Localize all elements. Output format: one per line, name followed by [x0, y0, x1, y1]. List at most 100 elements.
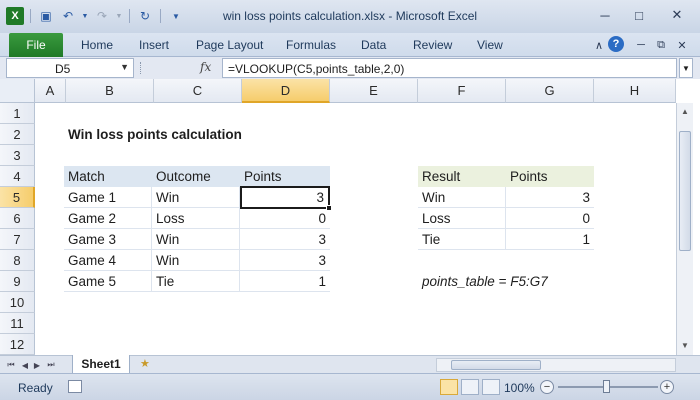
minimize-ribbon-icon[interactable]: ∧	[590, 36, 608, 54]
title-bar: X ▣ ↶ ▼ ↷ ▼ ↻ ▼ win loss points calculat…	[0, 0, 700, 33]
games-cell-outcome[interactable]: Win	[152, 250, 240, 271]
tab-insert[interactable]: Insert	[139, 38, 169, 52]
tab-formulas[interactable]: Formulas	[286, 38, 336, 52]
last-sheet-icon[interactable]: ⏭	[46, 359, 56, 371]
row-header-1[interactable]: 1	[0, 103, 35, 124]
games-cell-points[interactable]: 3	[240, 229, 330, 250]
sheet-tab-sheet1[interactable]: Sheet1	[72, 355, 130, 374]
points-header-result[interactable]: Result	[418, 166, 506, 187]
games-cell-outcome[interactable]: Loss	[152, 208, 240, 229]
games-cell-match[interactable]: Game 5	[64, 271, 152, 292]
chevron-down-icon[interactable]: ▼	[120, 62, 129, 72]
formula-input[interactable]: =VLOOKUP(C5,points_table,2,0)	[222, 58, 677, 78]
tab-view[interactable]: View	[477, 38, 503, 52]
vertical-scroll-thumb[interactable]	[679, 131, 691, 251]
spreadsheet-grid[interactable]: A B C D E F G H 1 2 3 4 5 6 7 8 9 10 11 …	[0, 79, 700, 355]
games-cell-outcome[interactable]: Win	[152, 229, 240, 250]
points-header-points[interactable]: Points	[506, 166, 594, 187]
named-range-note[interactable]: points_table = F5:G7	[418, 271, 552, 292]
formula-text: =VLOOKUP(C5,points_table,2,0)	[228, 62, 405, 76]
formula-bar-divider	[140, 62, 142, 74]
tab-data[interactable]: Data	[361, 38, 386, 52]
next-sheet-icon[interactable]: ▶	[32, 359, 42, 371]
column-header-g[interactable]: G	[506, 79, 594, 103]
vertical-scrollbar[interactable]: ▲ ▼	[676, 103, 693, 355]
games-header-match[interactable]: Match	[64, 166, 152, 187]
horizontal-scroll-thumb[interactable]	[451, 360, 541, 370]
expand-formula-bar-icon[interactable]: ▼	[679, 58, 693, 78]
row-header-11[interactable]: 11	[0, 313, 35, 334]
games-cell-match[interactable]: Game 1	[64, 187, 152, 208]
workbook-close-icon[interactable]: ✕	[673, 36, 691, 54]
games-cell-points-active[interactable]: 3	[240, 186, 330, 209]
column-header-c[interactable]: C	[154, 79, 242, 103]
zoom-out-icon[interactable]: −	[540, 380, 554, 394]
zoom-level[interactable]: 100%	[504, 381, 535, 395]
games-cell-points[interactable]: 3	[240, 250, 330, 271]
column-header-d[interactable]: D	[242, 79, 330, 103]
workbook-restore-icon[interactable]: ⧉	[652, 36, 670, 54]
row-header-2[interactable]: 2	[0, 124, 35, 145]
tab-home[interactable]: Home	[81, 38, 113, 52]
games-cell-match[interactable]: Game 3	[64, 229, 152, 250]
zoom-slider-thumb[interactable]	[603, 380, 610, 393]
column-header-h[interactable]: H	[594, 79, 676, 103]
status-bar: Ready 100% − +	[0, 373, 700, 400]
maximize-icon[interactable]: □	[626, 6, 652, 24]
tab-review[interactable]: Review	[413, 38, 452, 52]
tab-page-layout[interactable]: Page Layout	[196, 38, 263, 52]
minimize-icon[interactable]: ─	[592, 6, 618, 24]
points-cell-result[interactable]: Win	[418, 187, 506, 208]
select-all-corner[interactable]	[0, 79, 35, 103]
column-header-f[interactable]: F	[418, 79, 506, 103]
points-cell-result[interactable]: Loss	[418, 208, 506, 229]
points-cell-points[interactable]: 0	[506, 208, 594, 229]
points-cell-points[interactable]: 3	[506, 187, 594, 208]
column-header-a[interactable]: A	[35, 79, 66, 103]
row-header-8[interactable]: 8	[0, 250, 35, 271]
sheet-tabs-bar: ⏮ ◀ ▶ ⏭ Sheet1 ★	[0, 355, 700, 374]
ribbon-tabs: File Home Insert Page Layout Formulas Da…	[0, 33, 700, 57]
column-header-b[interactable]: B	[66, 79, 154, 103]
macro-record-icon[interactable]	[68, 380, 82, 393]
insert-sheet-icon[interactable]: ★	[140, 357, 150, 370]
column-header-e[interactable]: E	[330, 79, 418, 103]
name-box[interactable]: D5 ▼	[6, 58, 134, 78]
scroll-down-icon[interactable]: ▼	[679, 339, 691, 351]
row-header-12[interactable]: 12	[0, 334, 35, 355]
games-cell-outcome[interactable]: Win	[152, 187, 240, 208]
page-break-view-icon[interactable]	[482, 379, 500, 395]
insert-function-button[interactable]: fx	[200, 60, 211, 74]
sheet-title[interactable]: Win loss points calculation	[64, 124, 246, 145]
games-cell-points[interactable]: 1	[240, 271, 330, 292]
normal-view-icon[interactable]	[440, 379, 458, 395]
games-cell-outcome[interactable]: Tie	[152, 271, 240, 292]
row-header-3[interactable]: 3	[0, 145, 35, 166]
row-header-10[interactable]: 10	[0, 292, 35, 313]
help-icon[interactable]: ?	[608, 36, 624, 52]
zoom-in-icon[interactable]: +	[660, 380, 674, 394]
close-icon[interactable]: ✕	[664, 6, 690, 24]
points-cell-result[interactable]: Tie	[418, 229, 506, 250]
first-sheet-icon[interactable]: ⏮	[6, 359, 16, 371]
status-ready: Ready	[18, 381, 53, 395]
name-box-value: D5	[55, 62, 71, 76]
games-cell-match[interactable]: Game 2	[64, 208, 152, 229]
row-header-6[interactable]: 6	[0, 208, 35, 229]
scroll-up-icon[interactable]: ▲	[679, 105, 691, 117]
tab-file[interactable]: File	[9, 33, 63, 57]
games-header-outcome[interactable]: Outcome	[152, 166, 240, 187]
row-header-9[interactable]: 9	[0, 271, 35, 292]
points-cell-points[interactable]: 1	[506, 229, 594, 250]
row-header-7[interactable]: 7	[0, 229, 35, 250]
formula-bar: D5 ▼ fx =VLOOKUP(C5,points_table,2,0) ▼	[0, 57, 700, 79]
horizontal-scrollbar[interactable]	[436, 358, 676, 372]
row-header-5[interactable]: 5	[0, 187, 35, 208]
page-layout-view-icon[interactable]	[461, 379, 479, 395]
games-header-points[interactable]: Points	[240, 166, 330, 187]
games-cell-points[interactable]: 0	[240, 208, 330, 229]
games-cell-match[interactable]: Game 4	[64, 250, 152, 271]
prev-sheet-icon[interactable]: ◀	[20, 359, 30, 371]
workbook-minimize-icon[interactable]: ─	[632, 36, 650, 54]
row-header-4[interactable]: 4	[0, 166, 35, 187]
